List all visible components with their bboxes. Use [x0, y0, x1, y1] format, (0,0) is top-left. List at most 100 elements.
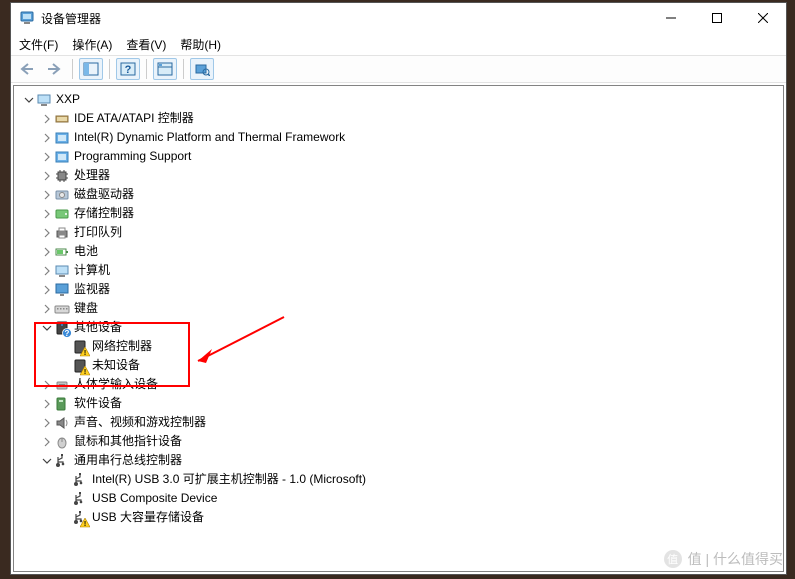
ide-icon: [54, 111, 70, 127]
expand-icon[interactable]: [40, 188, 54, 202]
titlebar: 设备管理器: [11, 3, 786, 33]
device-tree[interactable]: XXP IDE ATA/ATAPI 控制器Intel(R) Dynamic Pl…: [14, 86, 783, 531]
tree-label: 通用串行总线控制器: [74, 451, 182, 470]
expand-icon[interactable]: [40, 131, 54, 145]
toolbar-separator: [146, 59, 147, 79]
mouse-icon: [54, 434, 70, 450]
computer-icon: [54, 263, 70, 279]
battery-icon: [54, 244, 70, 260]
monitor-icon: [54, 282, 70, 298]
menu-help[interactable]: 帮助(H): [180, 36, 221, 53]
device-manager-window: 设备管理器 文件(F) 操作(A) 查看(V) 帮助(H) ?: [10, 2, 787, 575]
unknown-device-icon: !: [72, 358, 88, 374]
tree-item[interactable]: 磁盘驱动器: [18, 185, 783, 204]
storage-icon: [54, 206, 70, 222]
expand-icon[interactable]: [40, 416, 54, 430]
disk-icon: [54, 187, 70, 203]
tree-label: USB Composite Device: [92, 489, 217, 508]
tree-label: 处理器: [74, 166, 110, 185]
cpu-icon: [54, 168, 70, 184]
watermark: 值 值 | 什么值得买: [664, 549, 783, 569]
tree-item-unknown-device[interactable]: ! 未知设备: [18, 356, 783, 375]
svg-text:?: ?: [125, 64, 132, 76]
toolbar: ?: [11, 55, 786, 83]
tree-item[interactable]: 监视器: [18, 280, 783, 299]
usb-icon: !: [72, 510, 88, 526]
expand-icon[interactable]: [40, 245, 54, 259]
tree-category-other-devices[interactable]: ? 其他设备: [18, 318, 783, 337]
usb-icon: [72, 491, 88, 507]
tree-item[interactable]: 计算机: [18, 261, 783, 280]
show-hide-tree-button[interactable]: [79, 58, 103, 80]
tree-item[interactable]: 打印队列: [18, 223, 783, 242]
help-button[interactable]: ?: [116, 58, 140, 80]
tree-label: Intel(R) Dynamic Platform and Thermal Fr…: [74, 128, 345, 147]
minimize-button[interactable]: [648, 3, 694, 33]
tree-label: 软件设备: [74, 394, 122, 413]
expand-icon[interactable]: [22, 93, 36, 107]
svg-text:?: ?: [65, 329, 70, 338]
menu-file[interactable]: 文件(F): [19, 36, 58, 53]
usb-icon: [54, 453, 70, 469]
expand-icon[interactable]: [40, 207, 54, 221]
tree-item[interactable]: 处理器: [18, 166, 783, 185]
tree-panel: XXP IDE ATA/ATAPI 控制器Intel(R) Dynamic Pl…: [13, 85, 784, 572]
system-icon: [54, 130, 70, 146]
tree-item[interactable]: 键盘: [18, 299, 783, 318]
close-button[interactable]: [740, 3, 786, 33]
tree-item[interactable]: Intel(R) Dynamic Platform and Thermal Fr…: [18, 128, 783, 147]
tree-label: 鼠标和其他指针设备: [74, 432, 182, 451]
tree-label: 电池: [74, 242, 98, 261]
expand-icon[interactable]: [40, 321, 54, 335]
menu-action[interactable]: 操作(A): [72, 36, 112, 53]
toolbar-separator: [109, 59, 110, 79]
tree-label: XXP: [56, 90, 80, 109]
tree-category-usb[interactable]: 通用串行总线控制器: [18, 451, 783, 470]
tree-item[interactable]: 人体学输入设备: [18, 375, 783, 394]
expand-icon[interactable]: [40, 378, 54, 392]
tree-item[interactable]: Programming Support: [18, 147, 783, 166]
tree-item[interactable]: 声音、视频和游戏控制器: [18, 413, 783, 432]
expand-icon[interactable]: [40, 454, 54, 468]
tree-label: 磁盘驱动器: [74, 185, 134, 204]
tree-root[interactable]: XXP: [18, 90, 783, 109]
expand-icon[interactable]: [40, 112, 54, 126]
tree-item[interactable]: Intel(R) USB 3.0 可扩展主机控制器 - 1.0 (Microso…: [18, 470, 783, 489]
expand-icon[interactable]: [40, 264, 54, 278]
window-title: 设备管理器: [41, 10, 648, 27]
svg-text:!: !: [84, 350, 86, 357]
tree-item[interactable]: IDE ATA/ATAPI 控制器: [18, 109, 783, 128]
usb-icon: [72, 472, 88, 488]
tree-label: 声音、视频和游戏控制器: [74, 413, 206, 432]
tree-item[interactable]: ! USB 大容量存储设备: [18, 508, 783, 527]
tree-item[interactable]: 存储控制器: [18, 204, 783, 223]
menu-view[interactable]: 查看(V): [126, 36, 166, 53]
tree-item-network-controller[interactable]: ! 网络控制器: [18, 337, 783, 356]
expand-icon[interactable]: [40, 226, 54, 240]
tree-label: Programming Support: [74, 147, 191, 166]
expand-icon[interactable]: [40, 397, 54, 411]
tree-item[interactable]: 电池: [18, 242, 783, 261]
forward-button[interactable]: [42, 58, 66, 80]
maximize-button[interactable]: [694, 3, 740, 33]
expand-icon[interactable]: [40, 150, 54, 164]
expand-icon[interactable]: [40, 302, 54, 316]
expand-icon[interactable]: [40, 435, 54, 449]
software-icon: [54, 396, 70, 412]
expand-icon[interactable]: [40, 283, 54, 297]
menubar: 文件(F) 操作(A) 查看(V) 帮助(H): [11, 33, 786, 55]
tree-item[interactable]: 软件设备: [18, 394, 783, 413]
toolbar-separator: [72, 59, 73, 79]
expand-icon[interactable]: [40, 169, 54, 183]
svg-text:!: !: [84, 521, 86, 528]
back-button[interactable]: [15, 58, 39, 80]
watermark-text: 值 | 什么值得买: [688, 549, 783, 569]
tree-item[interactable]: USB Composite Device: [18, 489, 783, 508]
tree-item[interactable]: 鼠标和其他指针设备: [18, 432, 783, 451]
scan-hardware-button[interactable]: [190, 58, 214, 80]
tree-label: 监视器: [74, 280, 110, 299]
app-icon: [19, 10, 35, 26]
tree-label: USB 大容量存储设备: [92, 508, 204, 527]
properties-button[interactable]: [153, 58, 177, 80]
tree-label: 存储控制器: [74, 204, 134, 223]
